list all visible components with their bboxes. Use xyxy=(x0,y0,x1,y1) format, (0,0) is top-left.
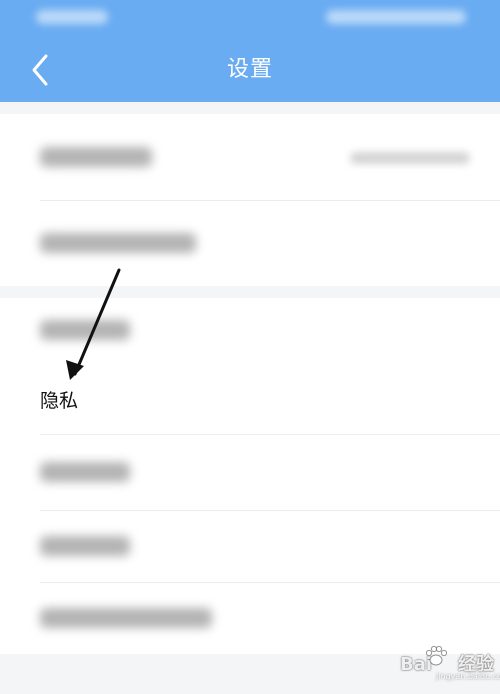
settings-group-account xyxy=(0,114,500,286)
watermark-url: jingyan.baidu.com xyxy=(436,672,500,681)
page-title: 设置 xyxy=(226,57,273,82)
settings-content: 隐私 xyxy=(0,102,500,694)
settings-row-blurred-2[interactable] xyxy=(0,434,500,510)
blurred-row-label xyxy=(40,233,196,253)
back-button[interactable] xyxy=(24,48,64,92)
blurred-row-label xyxy=(40,608,212,628)
status-bar-right-info xyxy=(326,10,466,24)
settings-row-change-phone[interactable] xyxy=(0,114,500,200)
blurred-row-value xyxy=(350,152,470,164)
settings-row-third-party-binding[interactable] xyxy=(0,200,500,286)
settings-group-general: 隐私 xyxy=(0,298,500,654)
blurred-row-label xyxy=(40,462,130,482)
settings-row-blurred-3[interactable] xyxy=(0,510,500,582)
blurred-row-label xyxy=(40,536,130,556)
chevron-left-icon xyxy=(32,54,48,86)
header-bar: 设置 xyxy=(0,38,500,102)
status-bar-left-info xyxy=(36,10,108,24)
baidu-jingyan-watermark: Bai经验 jingyan.baidu.com xyxy=(380,638,500,686)
status-bar xyxy=(0,0,500,38)
paw-icon xyxy=(425,645,448,666)
settings-row-privacy-label: 隐私 xyxy=(40,390,79,412)
settings-row-privacy[interactable]: 隐私 xyxy=(0,362,500,434)
blurred-row-label xyxy=(40,147,152,167)
settings-row-blurred-1[interactable] xyxy=(0,298,500,362)
blurred-row-label xyxy=(40,320,130,340)
